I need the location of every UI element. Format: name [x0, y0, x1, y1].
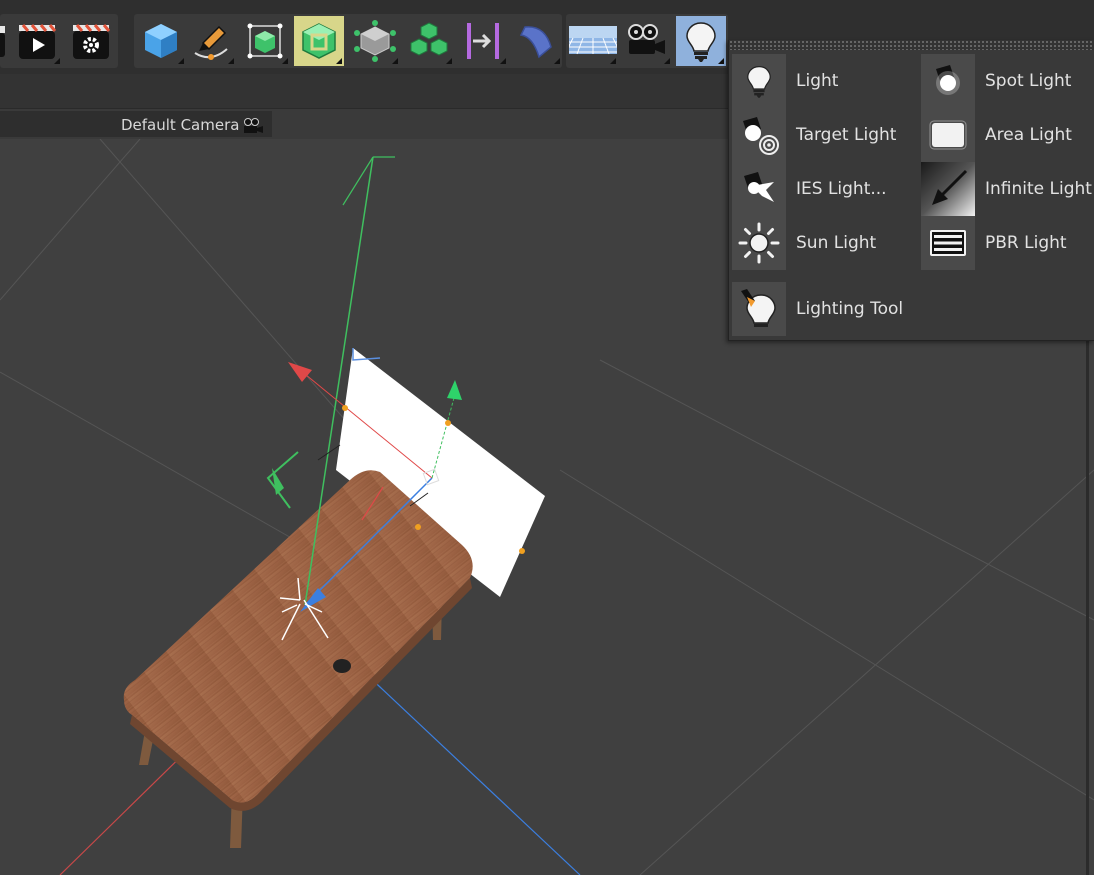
app-window: Default Camera Light Spot Light Target L…: [0, 0, 1094, 875]
area-light-icon: [929, 120, 967, 150]
render-settings-button[interactable]: [66, 16, 116, 66]
icon-box: [921, 54, 975, 108]
x-axis-arrow: [288, 362, 312, 382]
camera-small-icon: [244, 118, 263, 133]
menu-item-pbr-light[interactable]: PBR Light: [921, 216, 1067, 270]
menu-item-label: Lighting Tool: [796, 299, 904, 319]
render-settings-icon: [73, 24, 111, 59]
menu-item-label: Sun Light: [796, 233, 877, 253]
menu-item-infinite-light[interactable]: Infinite Light: [921, 162, 1092, 216]
icon-box: [921, 216, 975, 270]
y-axis-arrow: [447, 380, 462, 400]
clapper-icon: [0, 26, 5, 57]
menu-item-label: Infinite Light: [985, 179, 1092, 199]
pen-button[interactable]: [186, 16, 236, 66]
icon-box: [732, 108, 786, 162]
menu-item-ies-light[interactable]: IES Light...: [732, 162, 887, 216]
ies-light-icon: [744, 172, 774, 202]
floor-icon: [569, 26, 617, 55]
menu-item-label: Light: [796, 71, 839, 91]
icon-box: [732, 282, 786, 336]
pen-icon: [194, 25, 228, 60]
light-menu-popup: Light Spot Light Target Light Area Light…: [728, 40, 1094, 341]
spline-deform-icon: [519, 26, 552, 59]
camera-button[interactable]: [622, 16, 672, 66]
pbr-light-icon: [930, 230, 966, 256]
subdivision-button[interactable]: [240, 16, 290, 66]
light-button[interactable]: [676, 16, 726, 66]
menu-item-label: Spot Light: [985, 71, 1072, 91]
subdivision-cube-icon: [247, 23, 283, 59]
spot-light-icon: [936, 65, 960, 95]
icon-box: [732, 216, 786, 270]
infinite-light-icon: [932, 169, 968, 205]
light-icon: [686, 22, 716, 62]
icon-box: [732, 54, 786, 108]
deformer-button[interactable]: [458, 16, 508, 66]
render-view-button[interactable]: [12, 16, 62, 66]
camera-label[interactable]: Default Camera: [121, 116, 239, 134]
menu-grip-handle[interactable]: [729, 40, 1094, 50]
menu-item-target-light[interactable]: Target Light: [732, 108, 896, 162]
menu-item-area-light[interactable]: Area Light: [921, 108, 1072, 162]
volume-cube-icon: [354, 20, 396, 62]
y-rotate-handle: [266, 451, 299, 509]
target-light-icon: [743, 117, 779, 155]
volume-button[interactable]: [350, 16, 400, 66]
cube-button[interactable]: [136, 16, 186, 66]
cloner-button[interactable]: [404, 16, 454, 66]
spline-deform-button[interactable]: [512, 16, 562, 66]
icon-box: [921, 162, 975, 216]
menu-item-sun-light[interactable]: Sun Light: [732, 216, 876, 270]
icon-box: [732, 162, 786, 216]
menu-item-lighting-tool[interactable]: Lighting Tool: [732, 282, 903, 336]
panel-divider: [1086, 340, 1089, 875]
menu-item-spot-light[interactable]: Spot Light: [921, 54, 1071, 108]
icon-box: [921, 108, 975, 162]
menu-item-label: PBR Light: [985, 233, 1067, 253]
lighting-tool-icon: [741, 289, 776, 327]
sun-light-icon: [738, 222, 780, 264]
table-hole: [333, 659, 351, 673]
floor-button[interactable]: [568, 16, 618, 66]
deformer-bend-icon: [467, 23, 499, 59]
menu-item-label: Target Light: [796, 125, 897, 145]
render-play-icon: [19, 24, 57, 59]
menu-item-light[interactable]: Light: [732, 54, 838, 108]
camera-icon: [628, 24, 665, 54]
bulb-icon: [747, 65, 771, 98]
cloner-cubes-icon: [410, 22, 448, 56]
generator-cube-icon: [302, 23, 336, 59]
generator-button[interactable]: [294, 16, 344, 66]
cube-icon: [145, 24, 177, 58]
menu-item-label: Area Light: [985, 125, 1072, 145]
menu-item-label: IES Light...: [796, 179, 887, 199]
